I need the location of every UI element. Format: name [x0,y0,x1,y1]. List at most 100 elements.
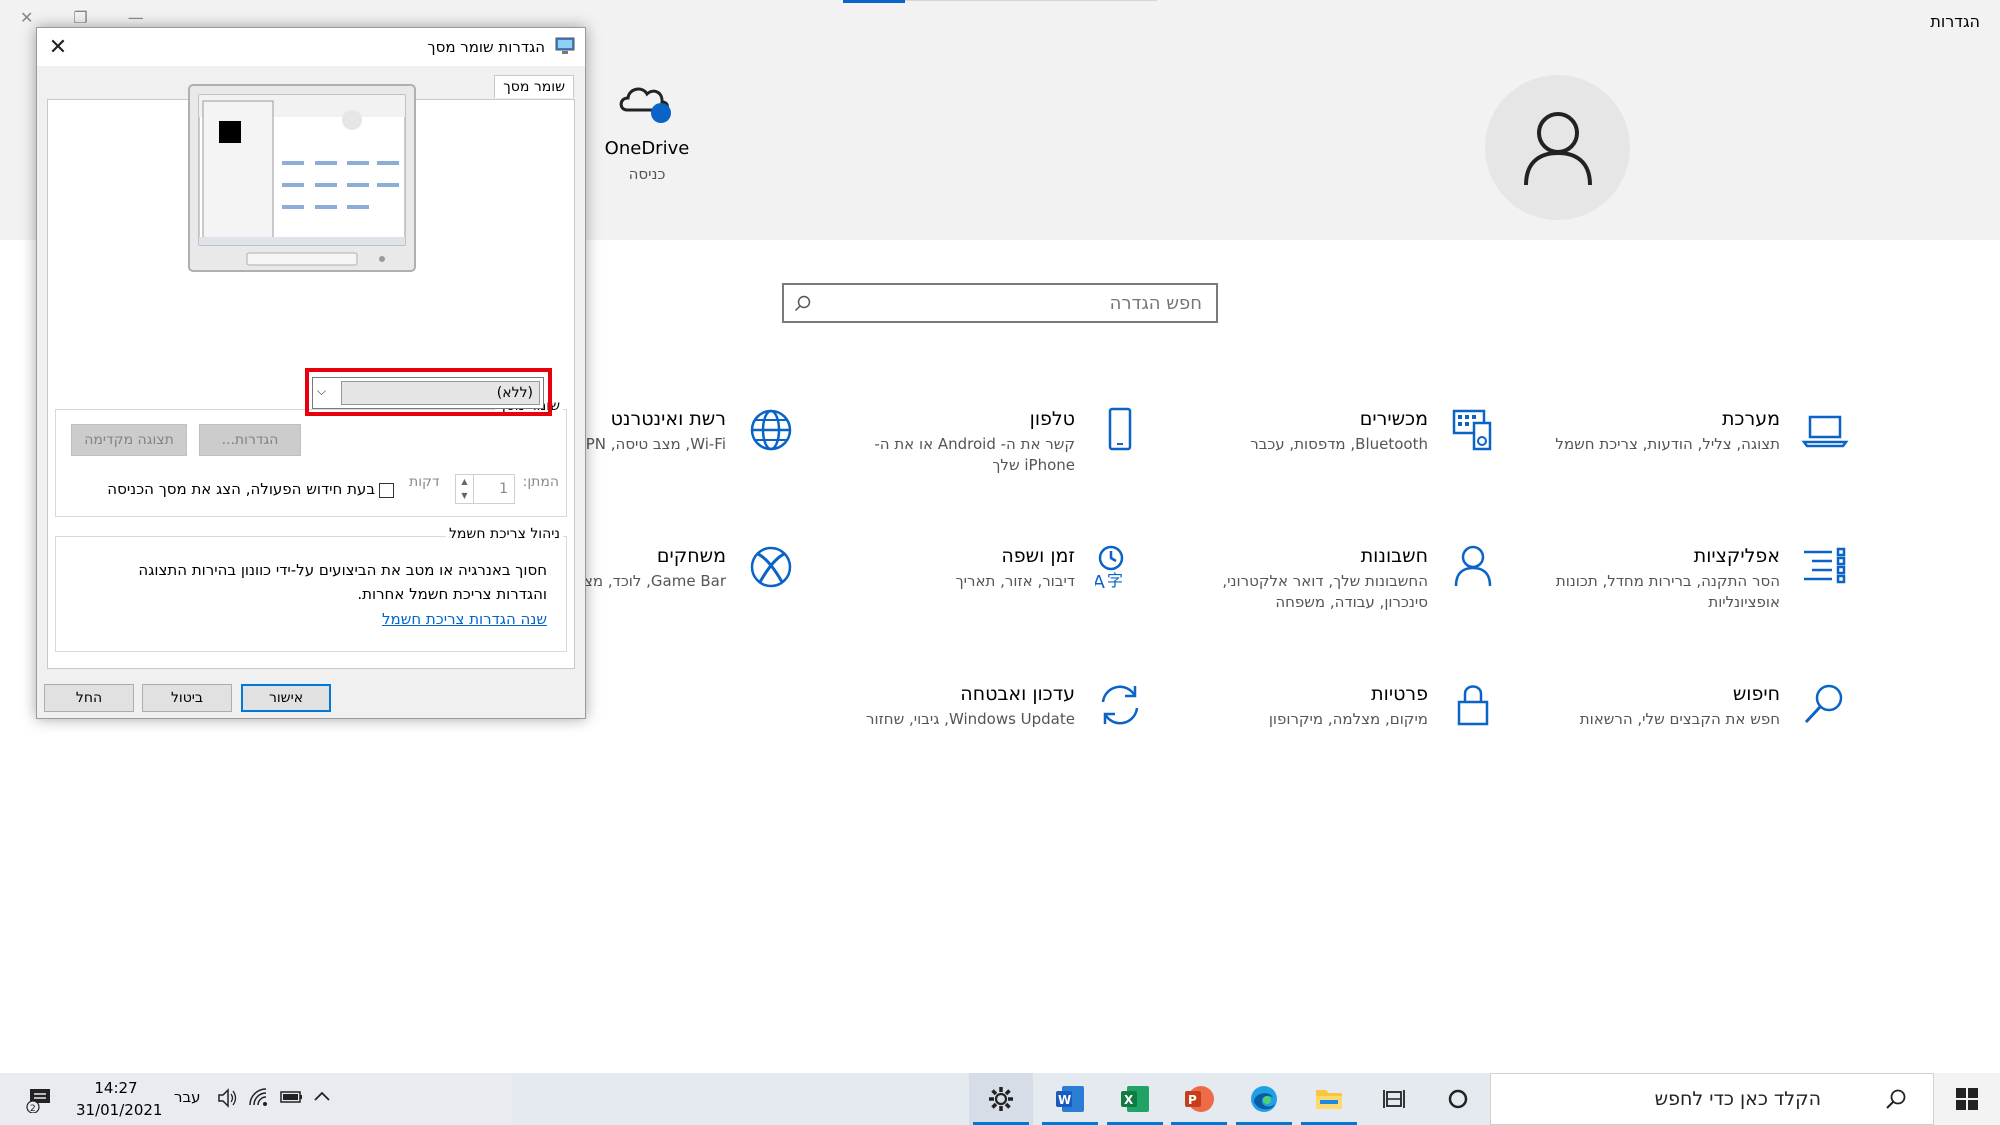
keyboard-icon [1452,409,1492,451]
svg-text:A: A [1095,572,1106,592]
wait-label: המתן: [522,474,559,490]
taskbar-word-app[interactable]: W [1038,1073,1102,1125]
folder-icon [1316,1090,1342,1109]
apps-list-icon [1804,547,1846,584]
clock-date: 31/01/2021 [76,1101,163,1119]
task-view-icon [1383,1090,1405,1108]
search-icon [1886,1089,1906,1109]
monitor-preview [188,84,416,272]
gear-icon [989,1087,1013,1111]
tile-phone-desc: קשר את ה- Android או את ה- iPhone שלך [874,435,1075,474]
windows-logo-icon [1956,1088,1978,1110]
tile-update-security[interactable]: עדכון ואבטחה Windows Update, גיבוי, שחזו… [805,680,1145,770]
taskbar-search-box[interactable]: הקלד כאן כדי לחפש [1490,1073,1934,1125]
apply-button[interactable]: החל [44,684,134,712]
display-settings-icon [555,37,575,54]
preview-button[interactable]: תצוגה מקדימה [71,424,187,456]
volume-icon[interactable] [216,1087,238,1113]
minutes-label: דקות [409,474,440,490]
cancel-button[interactable]: ביטול [142,684,232,712]
notification-count: 2 [30,1104,36,1113]
dialog-titlebar: הגדרות שומר מסך ✕ [37,28,585,66]
taskbar-task-view[interactable] [1362,1073,1426,1125]
minimize-window-icon[interactable]: — [128,8,144,27]
taskbar-powerpoint-app[interactable]: P [1167,1073,1231,1125]
ok-button[interactable]: אישור [241,684,331,712]
taskbar-file-explorer-app[interactable] [1297,1073,1361,1125]
resume-checkbox[interactable] [379,483,394,498]
screensaver-settings-button[interactable]: הגדרות... [199,424,301,456]
taskbar-right-area: הקלד כאן כדי לחפש [1490,1073,2000,1125]
wait-stepper[interactable]: ▲ ▼ 1 [455,474,515,504]
restore-window-icon[interactable]: ❐ [73,8,87,27]
laptop-icon [1801,415,1849,448]
tile-privacy[interactable]: פרטיות מיקום, מצלמה, מיקרופון [1158,680,1498,770]
stepper-arrows-icon[interactable]: ▲ ▼ [456,475,474,503]
svg-text:W: W [1058,1093,1071,1107]
tile-system[interactable]: מערכת תצוגה, צליל, הודעות, צריכת חשמל [1510,405,1850,495]
tile-phone[interactable]: טלפון קשר את ה- Android או את ה- iPhone … [805,405,1145,495]
taskbar-search-text: הקלד כאן כדי לחפש [1654,1088,1821,1110]
edge-icon [1251,1086,1277,1112]
battery-icon[interactable] [280,1089,304,1109]
settings-window-title: הגדרות [1930,12,1980,31]
close-window-icon[interactable]: ✕ [20,8,33,27]
screensaver-selected-value: (ללא) [341,381,540,405]
tile-apps-desc: הסר התקנה, ברירות מחדל, תכונות אופציונלי… [1555,572,1780,611]
settings-search-input[interactable] [784,285,1216,321]
time-language-icon: A 字 [1095,545,1124,592]
search-icon [1804,684,1843,724]
tile-accounts[interactable]: חשבונות החשבונות שלך, דואר אלקטרוני, סינ… [1158,542,1498,632]
tile-phone-title: טלפון [1029,408,1075,430]
tab-screensaver[interactable]: שומר מסך [494,75,574,98]
tile-search[interactable]: חיפוש חפש את הקבצים שלי, הרשאות [1510,680,1850,770]
onedrive-signin[interactable]: OneDrive כניסה [600,80,694,183]
tile-system-desc: תצוגה, צליל, הודעות, צריכת חשמל [1555,435,1780,453]
tile-update-desc: Windows Update, גיבוי, שחזור [866,710,1075,728]
globe-icon [750,409,792,451]
change-power-settings-link[interactable]: שנה הגדרות צריכת חשמל [107,610,547,628]
dialog-close-button[interactable]: ✕ [43,32,73,62]
settings-search-box[interactable] [782,283,1218,323]
taskbar-settings-app[interactable] [969,1073,1033,1125]
tile-time-title: זמן ושפה [1001,545,1075,567]
clock[interactable]: 14:27 31/01/2021 [76,1077,163,1121]
tile-devices[interactable]: מכשירים Bluetooth, מדפסות, עכבר [1158,405,1498,495]
taskbar-cortana[interactable] [1426,1073,1490,1125]
phone-icon [1108,407,1132,451]
top-tab-line [905,0,1157,1]
onedrive-cloud-icon [617,80,677,126]
taskbar-edge-app[interactable] [1232,1073,1296,1125]
power-group-label: ניהול צריכת חשמל [445,526,563,542]
taskbar-excel-app[interactable]: X [1103,1073,1167,1125]
person-icon [1454,545,1492,587]
screensaver-select[interactable]: ⌵ (ללא) [312,377,544,409]
wifi-icon[interactable] [248,1087,270,1113]
search-icon [794,295,811,312]
onedrive-signin-label: כניסה [628,165,666,183]
clock-time: 14:27 [94,1079,138,1097]
tile-time-desc: דיבור, אזור, תאריך [955,572,1075,590]
top-tab-accent [843,0,905,3]
resume-label[interactable]: בעת חידוש הפעולה, הצג את מסך הכניסה [99,480,375,498]
dialog-title: הגדרות שומר מסך [427,38,545,56]
tile-apps[interactable]: אפליקציות הסר התקנה, ברירות מחדל, תכונות… [1510,542,1850,632]
start-button[interactable] [1934,1073,2000,1125]
sync-icon [1101,685,1139,725]
svg-text:P: P [1188,1093,1197,1107]
tile-devices-title: מכשירים [1359,408,1428,430]
tile-time-language[interactable]: A 字 זמן ושפה דיבור, אזור, תאריך [805,542,1145,632]
powerpoint-icon: P [1185,1086,1214,1112]
lock-icon [1457,685,1489,726]
svg-text:字: 字 [1107,571,1123,590]
notification-center-icon[interactable]: 2 [26,1085,54,1117]
onedrive-name: OneDrive [604,138,690,159]
tile-accounts-desc: החשבונות שלך, דואר אלקטרוני, סינכרון, עב… [1222,572,1428,611]
show-hidden-icons-chevron-up-icon[interactable] [312,1087,332,1111]
tile-search-desc: חפש את הקבצים שלי, הרשאות [1579,710,1780,728]
wait-value: 1 [499,481,508,497]
user-avatar[interactable] [1485,75,1630,220]
taskbar: 2 14:27 31/01/2021 עבר W X P הקלד כאן כד… [0,1073,2000,1125]
language-indicator[interactable]: עבר [174,1088,201,1106]
excel-icon: X [1121,1086,1149,1112]
